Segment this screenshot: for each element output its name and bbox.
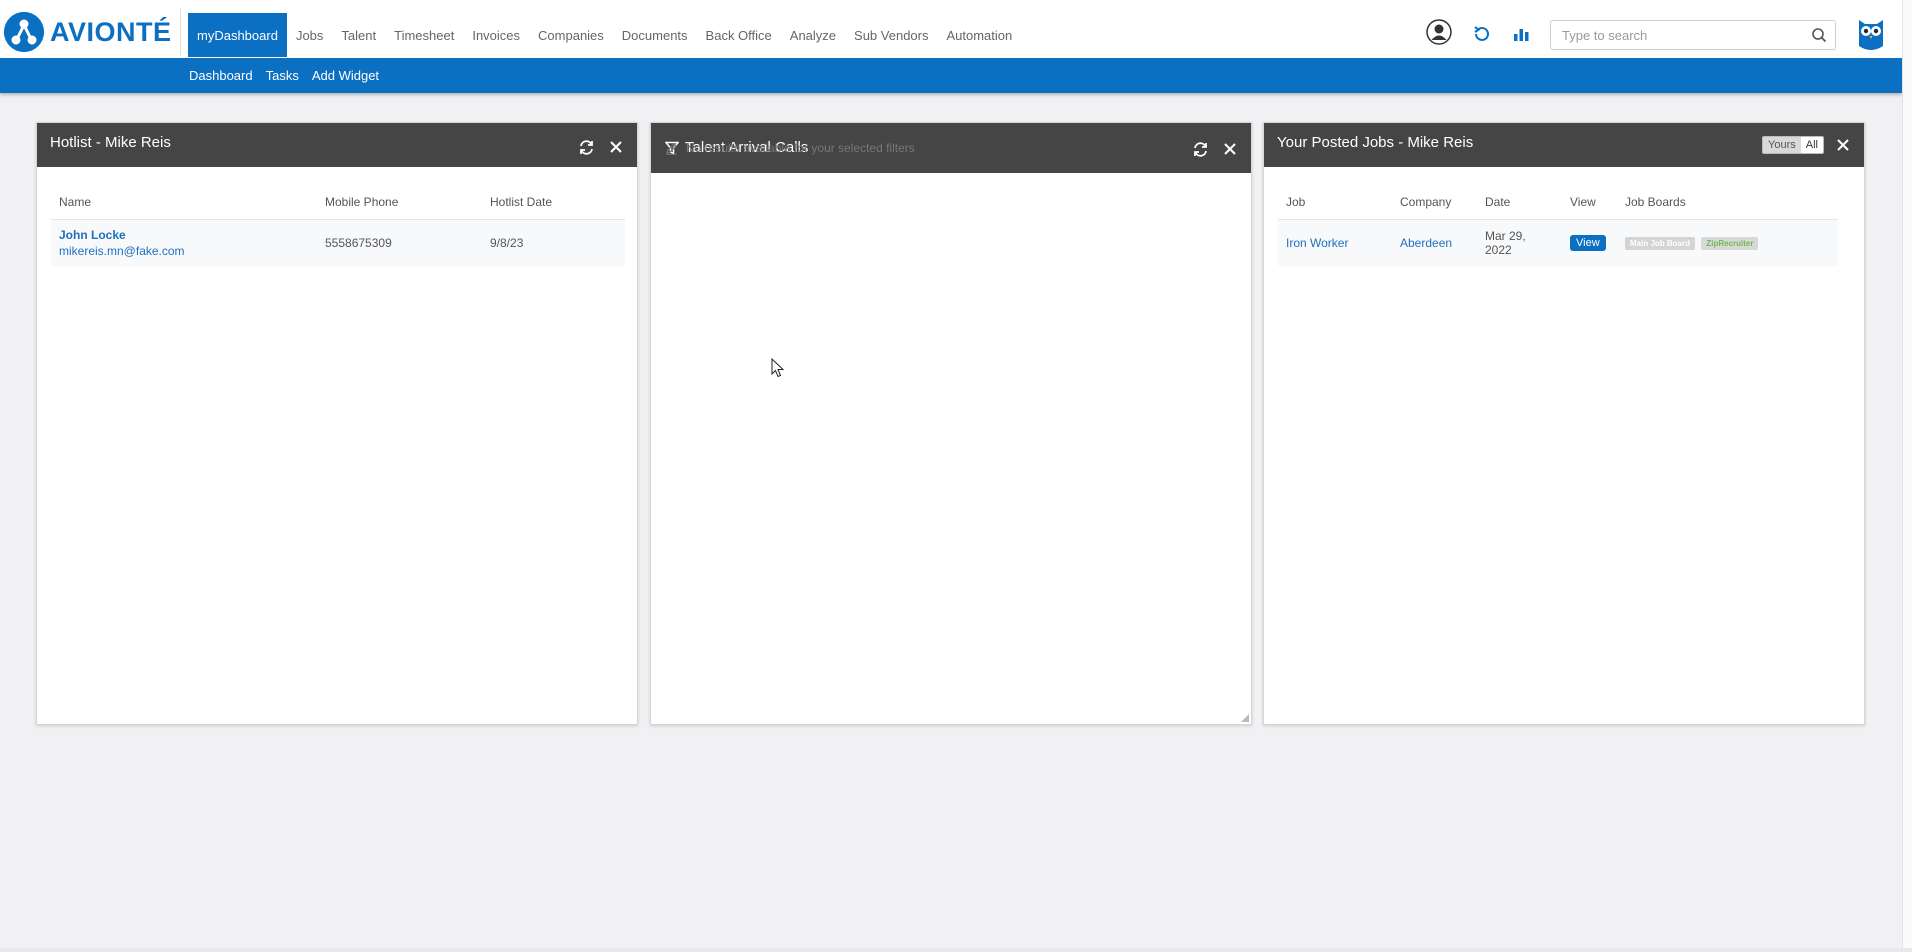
refresh-icon[interactable] bbox=[577, 138, 595, 156]
brand-logo[interactable]: AVIONTÉ bbox=[4, 12, 172, 52]
user-icon[interactable] bbox=[1426, 19, 1452, 45]
hotlist-table: Name Mobile Phone Hotlist Date John Lock… bbox=[51, 185, 625, 266]
table-row: Iron Worker Aberdeen Mar 29, 2022 View M… bbox=[1278, 219, 1838, 266]
talent-arrival-calls-widget: Talent Arrival Calls No results availabl… bbox=[650, 122, 1252, 725]
toggle-all[interactable]: All bbox=[1800, 137, 1823, 153]
date-line-2: 2022 bbox=[1485, 242, 1512, 257]
hotlist-widget: Hotlist - Mike Reis Name Mobile Phone Ho… bbox=[36, 122, 638, 725]
table-row: John Locke mikereis.mn@fake.com 55586753… bbox=[51, 219, 625, 266]
talent-email-link[interactable]: mikereis.mn@fake.com bbox=[59, 244, 317, 258]
view-cell: View bbox=[1562, 219, 1617, 266]
job-board-badge: Main Job Board bbox=[1625, 237, 1696, 251]
pencil-icon bbox=[666, 142, 677, 155]
subnav-dashboard[interactable]: Dashboard bbox=[189, 68, 253, 83]
job-board-badge: ZipRecruiter bbox=[1701, 237, 1759, 251]
nav-item-jobs[interactable]: Jobs bbox=[287, 13, 332, 57]
job-boards-cell: Main Job Board ZipRecruiter bbox=[1617, 219, 1838, 266]
widget-header: Your Posted Jobs - Mike Reis Yours All bbox=[1264, 123, 1864, 167]
posted-jobs-widget: Your Posted Jobs - Mike Reis Yours All J… bbox=[1263, 122, 1865, 725]
nav-item-automation[interactable]: Automation bbox=[937, 13, 1021, 57]
column-header-job[interactable]: Job bbox=[1278, 185, 1392, 220]
close-icon[interactable] bbox=[1834, 136, 1852, 154]
toggle-yours[interactable]: Yours bbox=[1763, 137, 1801, 153]
logo-divider bbox=[180, 8, 181, 56]
empty-message: No results available for your selected f… bbox=[686, 141, 915, 155]
yours-all-toggle: Yours All bbox=[1762, 136, 1824, 154]
resize-handle-icon[interactable] bbox=[1241, 714, 1249, 722]
name-cell: John Locke mikereis.mn@fake.com bbox=[51, 219, 317, 266]
column-header-hotlist-date[interactable]: Hotlist Date bbox=[482, 185, 625, 220]
mouse-cursor-icon bbox=[771, 358, 785, 378]
global-search bbox=[1550, 20, 1836, 50]
scrollbar-track[interactable] bbox=[1902, 0, 1912, 952]
nav-item-back-office[interactable]: Back Office bbox=[697, 13, 781, 57]
widget-header: Hotlist - Mike Reis bbox=[37, 123, 637, 167]
widget-title: Your Posted Jobs - Mike Reis bbox=[1277, 134, 1474, 151]
nav-item-mydashboard[interactable]: myDashboard bbox=[188, 13, 287, 57]
refresh-icon[interactable] bbox=[1191, 140, 1209, 158]
nav-item-timesheet[interactable]: Timesheet bbox=[385, 13, 463, 57]
column-header-company[interactable]: Company bbox=[1392, 185, 1477, 220]
date-cell: Mar 29, 2022 bbox=[1477, 219, 1562, 266]
talent-name-link[interactable]: John Locke bbox=[59, 228, 317, 242]
nav-item-analyze[interactable]: Analyze bbox=[781, 13, 845, 57]
date-line-1: Mar 29, bbox=[1485, 228, 1526, 243]
nav-item-invoices[interactable]: Invoices bbox=[463, 13, 529, 57]
nav-item-companies[interactable]: Companies bbox=[529, 13, 613, 57]
search-input[interactable] bbox=[1551, 21, 1801, 49]
job-cell: Iron Worker bbox=[1278, 219, 1392, 266]
company-link[interactable]: Aberdeen bbox=[1400, 236, 1452, 250]
widget-actions bbox=[1191, 140, 1239, 158]
owl-icon[interactable] bbox=[1856, 16, 1886, 52]
empty-state: No results available for your selected f… bbox=[665, 141, 915, 155]
refresh-history-icon[interactable] bbox=[1469, 21, 1495, 47]
sub-navbar: Dashboard Tasks Add Widget bbox=[0, 58, 1902, 93]
close-icon[interactable] bbox=[1221, 140, 1239, 158]
main-nav: myDashboard Jobs Talent Timesheet Invoic… bbox=[188, 13, 1021, 57]
widget-title: Hotlist - Mike Reis bbox=[50, 134, 171, 151]
nav-item-talent[interactable]: Talent bbox=[332, 13, 385, 57]
close-icon[interactable] bbox=[607, 138, 625, 156]
top-navbar: AVIONTÉ myDashboard Jobs Talent Timeshee… bbox=[0, 0, 1902, 58]
column-header-date[interactable]: Date bbox=[1477, 185, 1562, 220]
subnav-add-widget[interactable]: Add Widget bbox=[312, 68, 379, 83]
widget-actions bbox=[577, 138, 625, 156]
column-header-job-boards[interactable]: Job Boards bbox=[1617, 185, 1838, 220]
mobile-phone-cell: 5558675309 bbox=[317, 219, 482, 266]
job-title-link[interactable]: Iron Worker bbox=[1286, 236, 1348, 250]
posted-jobs-table: Job Company Date View Job Boards Iron Wo… bbox=[1278, 185, 1838, 266]
column-header-view[interactable]: View bbox=[1562, 185, 1617, 220]
subnav-tasks[interactable]: Tasks bbox=[266, 68, 299, 83]
page-bottom-border bbox=[0, 948, 1912, 952]
column-header-name[interactable]: Name bbox=[51, 185, 317, 220]
company-cell: Aberdeen bbox=[1392, 219, 1477, 266]
bar-chart-icon[interactable] bbox=[1508, 21, 1534, 47]
column-header-mobile-phone[interactable]: Mobile Phone bbox=[317, 185, 482, 220]
nav-item-sub-vendors[interactable]: Sub Vendors bbox=[845, 13, 937, 57]
widget-actions: Yours All bbox=[1762, 136, 1852, 154]
dashboard-subnav: Dashboard Tasks Add Widget bbox=[189, 58, 392, 93]
view-button[interactable]: View bbox=[1570, 234, 1606, 251]
brand-name: AVIONTÉ bbox=[50, 16, 172, 47]
hotlist-date-cell: 9/8/23 bbox=[482, 219, 625, 266]
nav-item-documents[interactable]: Documents bbox=[613, 13, 697, 57]
search-icon[interactable] bbox=[1811, 27, 1827, 48]
avionte-logo-icon bbox=[4, 12, 44, 52]
